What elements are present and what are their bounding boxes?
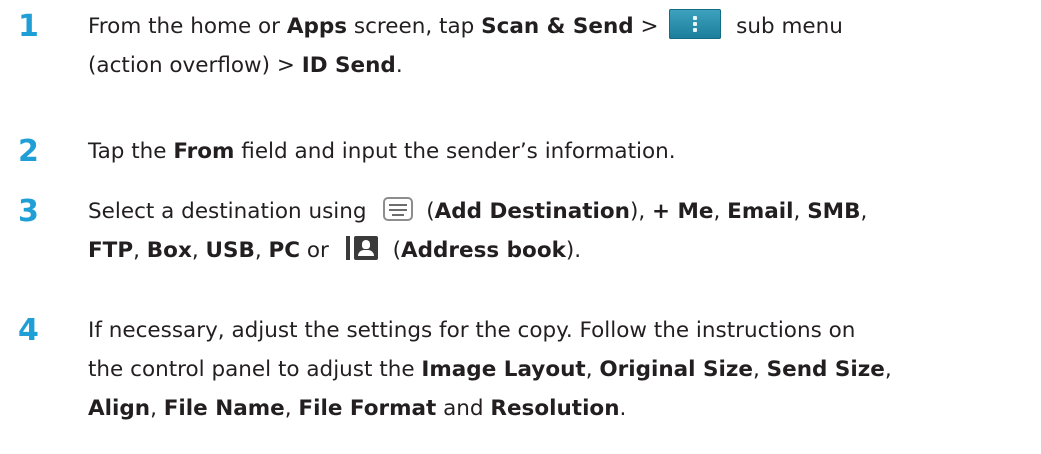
text-run: , bbox=[150, 396, 164, 421]
text-run: ). bbox=[565, 238, 582, 263]
step-number: 4 bbox=[18, 313, 39, 348]
id-send-label: ID Send bbox=[301, 53, 396, 78]
text-run: the control panel to adjust the bbox=[88, 357, 422, 382]
add-destination-label: Add Destination bbox=[434, 199, 630, 224]
text-run: screen, tap bbox=[347, 14, 482, 39]
step-line: FTP, Box, USB, PC or (Address book). bbox=[88, 231, 1023, 270]
send-size-label: Send Size bbox=[766, 357, 885, 382]
resolution-label: Resolution bbox=[490, 396, 620, 421]
text-run: field and input the sender’s information… bbox=[234, 139, 676, 164]
step-line: (action overflow) > ID Send. bbox=[88, 46, 1023, 85]
file-name-label: File Name bbox=[163, 396, 285, 421]
text-run: . bbox=[395, 53, 403, 78]
text-run: ), bbox=[629, 199, 653, 224]
original-size-label: Original Size bbox=[599, 357, 753, 382]
text-run: , bbox=[585, 357, 600, 382]
text-run: ( bbox=[419, 199, 435, 224]
align-label: Align bbox=[88, 396, 151, 421]
keyboard-icon bbox=[383, 197, 414, 221]
box-label: Box bbox=[146, 238, 192, 263]
step-line: Tap the From field and input the sender’… bbox=[88, 132, 1023, 171]
text-run: If necessary, adjust the settings for th… bbox=[88, 318, 856, 343]
step-line: the control panel to adjust the Image La… bbox=[88, 350, 1023, 389]
ftp-label: FTP bbox=[88, 238, 134, 263]
text-run: , bbox=[191, 238, 206, 263]
step-text: From the home or Apps screen, tap Scan &… bbox=[88, 7, 1023, 85]
action-overflow-menu-icon bbox=[669, 9, 722, 39]
text-run: ( bbox=[385, 238, 401, 263]
step-line: From the home or Apps screen, tap Scan &… bbox=[88, 7, 1023, 46]
text-run: , bbox=[133, 238, 147, 263]
text-run: > bbox=[633, 14, 666, 39]
apps-label: Apps bbox=[286, 14, 348, 39]
scan-send-label: Scan & Send bbox=[481, 14, 634, 39]
text-run: Tap the bbox=[88, 139, 174, 164]
step-number: 3 bbox=[18, 194, 39, 229]
text-run: Select a destination using bbox=[88, 199, 374, 224]
text-run: , bbox=[884, 357, 892, 382]
step-line: Align, File Name, File Format and Resolu… bbox=[88, 389, 1023, 428]
email-label: Email bbox=[727, 199, 794, 224]
text-run: From the home or bbox=[88, 14, 287, 39]
smb-label: SMB bbox=[807, 199, 861, 224]
text-run: (action overflow) > bbox=[88, 53, 302, 78]
usb-label: USB bbox=[205, 238, 255, 263]
step-line: Select a destination using (Add Destinat… bbox=[88, 192, 1023, 231]
text-run: , bbox=[753, 357, 767, 382]
step-number: 2 bbox=[18, 134, 39, 169]
step-text: Tap the From field and input the sender’… bbox=[88, 132, 1023, 171]
step-number: 1 bbox=[18, 9, 39, 44]
pc-label: PC bbox=[268, 238, 301, 263]
text-run: , bbox=[860, 199, 868, 224]
text-run: , bbox=[284, 396, 299, 421]
text-run: , bbox=[713, 199, 728, 224]
text-run: . bbox=[619, 396, 627, 421]
text-run: or bbox=[300, 238, 336, 263]
text-run: , bbox=[254, 238, 269, 263]
text-run: sub menu bbox=[729, 14, 843, 39]
address-book-icon bbox=[345, 234, 380, 262]
from-label: From bbox=[173, 139, 235, 164]
address-book-label: Address book bbox=[400, 238, 566, 263]
text-run: and bbox=[436, 396, 491, 421]
step-text: Select a destination using (Add Destinat… bbox=[88, 192, 1023, 270]
image-layout-label: Image Layout bbox=[421, 357, 586, 382]
me-label: + Me bbox=[652, 199, 714, 224]
step-line: If necessary, adjust the settings for th… bbox=[88, 311, 1023, 350]
file-format-label: File Format bbox=[298, 396, 437, 421]
text-run: , bbox=[793, 199, 808, 224]
step-text: If necessary, adjust the settings for th… bbox=[88, 311, 1023, 428]
